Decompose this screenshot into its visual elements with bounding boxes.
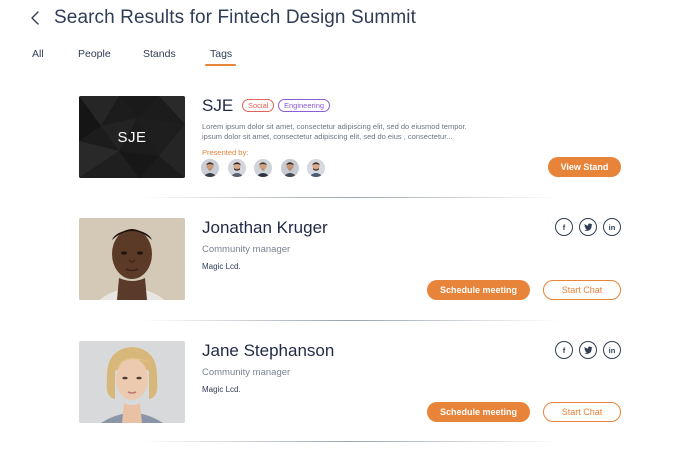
tab-people[interactable]: People [78,48,111,60]
start-chat-button[interactable]: Start Chat [543,402,621,422]
chevron-left-icon [31,11,39,25]
stand-logo-text: SJE [117,128,147,146]
stand-card: SJE SJE Social Engineering Lorem ipsum d… [79,96,624,186]
tab-tags[interactable]: Tags [210,48,232,60]
start-chat-button[interactable]: Start Chat [543,280,621,300]
twitter-icon[interactable] [579,218,597,236]
tab-all[interactable]: All [32,48,44,60]
person-name: Jonathan Kruger [202,218,328,237]
tab-stands[interactable]: Stands [143,48,176,60]
card-divider [140,320,560,321]
back-button[interactable] [30,7,48,29]
person-photo[interactable] [79,218,185,300]
stand-description-line: Lorem ipsum dolor sit amet, consectetur … [202,122,467,131]
social-links: f in [549,341,621,359]
active-tab-indicator [205,64,236,66]
person-company: Magic Lcd. [202,262,241,271]
person-role: Community manager [202,244,291,255]
linkedin-icon[interactable]: in [603,341,621,359]
presenter-avatar[interactable] [307,159,325,177]
schedule-meeting-button[interactable]: Schedule meeting [427,280,530,300]
presenter-avatar[interactable] [280,159,299,177]
tab-bar: All People Stands Tags [0,48,700,68]
stand-name: SJE [202,96,234,115]
social-links: f in [549,218,621,236]
presented-by-label: Presented by: [202,148,249,157]
page-header: Search Results for Fintech Design Summit [30,6,416,30]
person-photo[interactable] [79,341,185,423]
person-card: Jane Stephanson Community manager Magic … [79,341,624,425]
facebook-icon[interactable]: f [555,341,573,359]
stand-description-line: ipsum dolor sit amet, consectetur adipis… [202,132,453,141]
person-name: Jane Stephanson [202,341,335,360]
tag-engineering[interactable]: Engineering [278,99,331,112]
person-company: Magic Lcd. [202,385,241,394]
presenter-avatar[interactable] [254,159,272,177]
schedule-meeting-button[interactable]: Schedule meeting [427,402,530,422]
linkedin-icon[interactable]: in [603,218,621,236]
person-role: Community manager [202,367,291,378]
page-title: Search Results for Fintech Design Summit [54,7,416,28]
presenter-avatars [201,159,334,179]
twitter-icon[interactable] [579,341,597,359]
presenter-avatar[interactable] [201,159,219,177]
card-divider [140,441,560,442]
stand-logo-image[interactable]: SJE [79,96,185,178]
tag-social[interactable]: Social [242,99,275,112]
presenter-avatar[interactable] [227,159,246,177]
person-card: Jonathan Kruger Community manager Magic … [79,218,624,302]
stand-description: Lorem ipsum dolor sit amet, consectetur … [202,122,522,142]
card-divider [140,197,560,198]
view-stand-button[interactable]: View Stand [548,157,621,177]
facebook-icon[interactable]: f [555,218,573,236]
